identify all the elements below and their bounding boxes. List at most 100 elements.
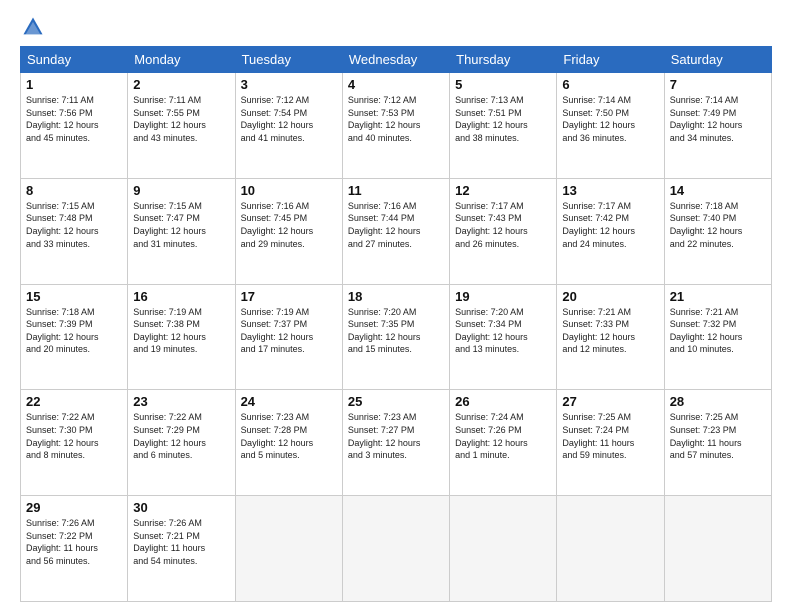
table-row: 13 Sunrise: 7:17 AM Sunset: 7:42 PM Dayli… xyxy=(557,178,664,284)
table-row: 2 Sunrise: 7:11 AM Sunset: 7:55 PM Daylig… xyxy=(128,73,235,179)
day-number: 12 xyxy=(455,183,551,198)
day-number: 1 xyxy=(26,77,122,92)
day-info: Sunrise: 7:14 AM Sunset: 7:49 PM Dayligh… xyxy=(670,94,766,144)
calendar-row: 1Sunrise: 7:11 AM Sunset: 7:56 PM Daylig… xyxy=(21,73,772,179)
table-row: 12Sunrise: 7:17 AM Sunset: 7:43 PM Dayli… xyxy=(450,178,557,284)
calendar-row: 22 Sunrise: 7:22 AM Sunset: 7:30 PM Dayli… xyxy=(21,390,772,496)
day-info: Sunrise: 7:16 AM Sunset: 7:45 PM Dayligh… xyxy=(241,200,337,250)
day-info: Sunrise: 7:19 AM Sunset: 7:38 PM Dayligh… xyxy=(133,306,229,356)
table-row: 18 Sunrise: 7:20 AM Sunset: 7:35 PM Dayli… xyxy=(342,284,449,390)
day-number: 14 xyxy=(670,183,766,198)
table-row: 25 Sunrise: 7:23 AM Sunset: 7:27 PM Dayli… xyxy=(342,390,449,496)
day-info: Sunrise: 7:17 AM Sunset: 7:42 PM Dayligh… xyxy=(562,200,658,250)
col-tuesday: Tuesday xyxy=(235,47,342,73)
table-row xyxy=(557,496,664,602)
table-row: 15 Sunrise: 7:18 AM Sunset: 7:39 PM Dayli… xyxy=(21,284,128,390)
col-wednesday: Wednesday xyxy=(342,47,449,73)
day-info: Sunrise: 7:26 AM Sunset: 7:21 PM Dayligh… xyxy=(133,517,229,567)
table-row: 9Sunrise: 7:15 AM Sunset: 7:47 PM Daylig… xyxy=(128,178,235,284)
day-info: Sunrise: 7:18 AM Sunset: 7:39 PM Dayligh… xyxy=(26,306,122,356)
table-row: 21 Sunrise: 7:21 AM Sunset: 7:32 PM Dayli… xyxy=(664,284,771,390)
day-info: Sunrise: 7:24 AM Sunset: 7:26 PM Dayligh… xyxy=(455,411,551,461)
col-thursday: Thursday xyxy=(450,47,557,73)
day-number: 25 xyxy=(348,394,444,409)
page: Sunday Monday Tuesday Wednesday Thursday… xyxy=(0,0,792,612)
table-row: 29Sunrise: 7:26 AM Sunset: 7:22 PM Dayli… xyxy=(21,496,128,602)
day-number: 4 xyxy=(348,77,444,92)
day-info: Sunrise: 7:23 AM Sunset: 7:27 PM Dayligh… xyxy=(348,411,444,461)
col-monday: Monday xyxy=(128,47,235,73)
day-info: Sunrise: 7:20 AM Sunset: 7:34 PM Dayligh… xyxy=(455,306,551,356)
day-info: Sunrise: 7:11 AM Sunset: 7:55 PM Dayligh… xyxy=(133,94,229,144)
day-number: 8 xyxy=(26,183,122,198)
table-row: 23 Sunrise: 7:22 AM Sunset: 7:29 PM Dayli… xyxy=(128,390,235,496)
col-friday: Friday xyxy=(557,47,664,73)
day-number: 23 xyxy=(133,394,229,409)
table-row: 24 Sunrise: 7:23 AM Sunset: 7:28 PM Dayli… xyxy=(235,390,342,496)
calendar-row: 15 Sunrise: 7:18 AM Sunset: 7:39 PM Dayli… xyxy=(21,284,772,390)
calendar-table: Sunday Monday Tuesday Wednesday Thursday… xyxy=(20,46,772,602)
day-number: 30 xyxy=(133,500,229,515)
day-number: 24 xyxy=(241,394,337,409)
day-info: Sunrise: 7:22 AM Sunset: 7:30 PM Dayligh… xyxy=(26,411,122,461)
table-row: 27 Sunrise: 7:25 AM Sunset: 7:24 PM Dayli… xyxy=(557,390,664,496)
day-number: 17 xyxy=(241,289,337,304)
table-row: 7 Sunrise: 7:14 AM Sunset: 7:49 PM Daylig… xyxy=(664,73,771,179)
table-row xyxy=(235,496,342,602)
day-number: 7 xyxy=(670,77,766,92)
day-info: Sunrise: 7:14 AM Sunset: 7:50 PM Dayligh… xyxy=(562,94,658,144)
day-info: Sunrise: 7:18 AM Sunset: 7:40 PM Dayligh… xyxy=(670,200,766,250)
day-info: Sunrise: 7:23 AM Sunset: 7:28 PM Dayligh… xyxy=(241,411,337,461)
day-info: Sunrise: 7:21 AM Sunset: 7:32 PM Dayligh… xyxy=(670,306,766,356)
day-number: 13 xyxy=(562,183,658,198)
table-row xyxy=(664,496,771,602)
table-row: 5Sunrise: 7:13 AM Sunset: 7:51 PM Daylig… xyxy=(450,73,557,179)
day-number: 15 xyxy=(26,289,122,304)
day-number: 21 xyxy=(670,289,766,304)
day-number: 22 xyxy=(26,394,122,409)
table-row: 26 Sunrise: 7:24 AM Sunset: 7:26 PM Dayli… xyxy=(450,390,557,496)
day-info: Sunrise: 7:25 AM Sunset: 7:24 PM Dayligh… xyxy=(562,411,658,461)
logo-icon xyxy=(22,16,44,38)
table-row: 3 Sunrise: 7:12 AM Sunset: 7:54 PM Daylig… xyxy=(235,73,342,179)
table-row: 6 Sunrise: 7:14 AM Sunset: 7:50 PM Daylig… xyxy=(557,73,664,179)
table-row xyxy=(450,496,557,602)
table-row: 20 Sunrise: 7:21 AM Sunset: 7:33 PM Dayli… xyxy=(557,284,664,390)
day-number: 19 xyxy=(455,289,551,304)
table-row: 28 Sunrise: 7:25 AM Sunset: 7:23 PM Dayli… xyxy=(664,390,771,496)
table-row: 14 Sunrise: 7:18 AM Sunset: 7:40 PM Dayli… xyxy=(664,178,771,284)
col-sunday: Sunday xyxy=(21,47,128,73)
day-number: 26 xyxy=(455,394,551,409)
calendar-row: 8 Sunrise: 7:15 AM Sunset: 7:48 PM Daylig… xyxy=(21,178,772,284)
table-row xyxy=(342,496,449,602)
day-info: Sunrise: 7:13 AM Sunset: 7:51 PM Dayligh… xyxy=(455,94,551,144)
day-number: 18 xyxy=(348,289,444,304)
day-info: Sunrise: 7:22 AM Sunset: 7:29 PM Dayligh… xyxy=(133,411,229,461)
calendar-row: 29Sunrise: 7:26 AM Sunset: 7:22 PM Dayli… xyxy=(21,496,772,602)
day-number: 27 xyxy=(562,394,658,409)
table-row: 1Sunrise: 7:11 AM Sunset: 7:56 PM Daylig… xyxy=(21,73,128,179)
table-row: 8 Sunrise: 7:15 AM Sunset: 7:48 PM Daylig… xyxy=(21,178,128,284)
table-row: 11Sunrise: 7:16 AM Sunset: 7:44 PM Dayli… xyxy=(342,178,449,284)
day-number: 9 xyxy=(133,183,229,198)
day-info: Sunrise: 7:20 AM Sunset: 7:35 PM Dayligh… xyxy=(348,306,444,356)
day-number: 6 xyxy=(562,77,658,92)
day-info: Sunrise: 7:16 AM Sunset: 7:44 PM Dayligh… xyxy=(348,200,444,250)
day-number: 28 xyxy=(670,394,766,409)
day-info: Sunrise: 7:12 AM Sunset: 7:54 PM Dayligh… xyxy=(241,94,337,144)
day-number: 3 xyxy=(241,77,337,92)
table-row: 10Sunrise: 7:16 AM Sunset: 7:45 PM Dayli… xyxy=(235,178,342,284)
day-info: Sunrise: 7:21 AM Sunset: 7:33 PM Dayligh… xyxy=(562,306,658,356)
day-info: Sunrise: 7:26 AM Sunset: 7:22 PM Dayligh… xyxy=(26,517,122,567)
table-row: 19 Sunrise: 7:20 AM Sunset: 7:34 PM Dayli… xyxy=(450,284,557,390)
table-row: 30 Sunrise: 7:26 AM Sunset: 7:21 PM Dayli… xyxy=(128,496,235,602)
header xyxy=(20,16,772,38)
day-number: 2 xyxy=(133,77,229,92)
col-saturday: Saturday xyxy=(664,47,771,73)
table-row: 4Sunrise: 7:12 AM Sunset: 7:53 PM Daylig… xyxy=(342,73,449,179)
day-info: Sunrise: 7:15 AM Sunset: 7:48 PM Dayligh… xyxy=(26,200,122,250)
day-number: 20 xyxy=(562,289,658,304)
logo xyxy=(20,16,44,38)
day-info: Sunrise: 7:25 AM Sunset: 7:23 PM Dayligh… xyxy=(670,411,766,461)
day-info: Sunrise: 7:19 AM Sunset: 7:37 PM Dayligh… xyxy=(241,306,337,356)
